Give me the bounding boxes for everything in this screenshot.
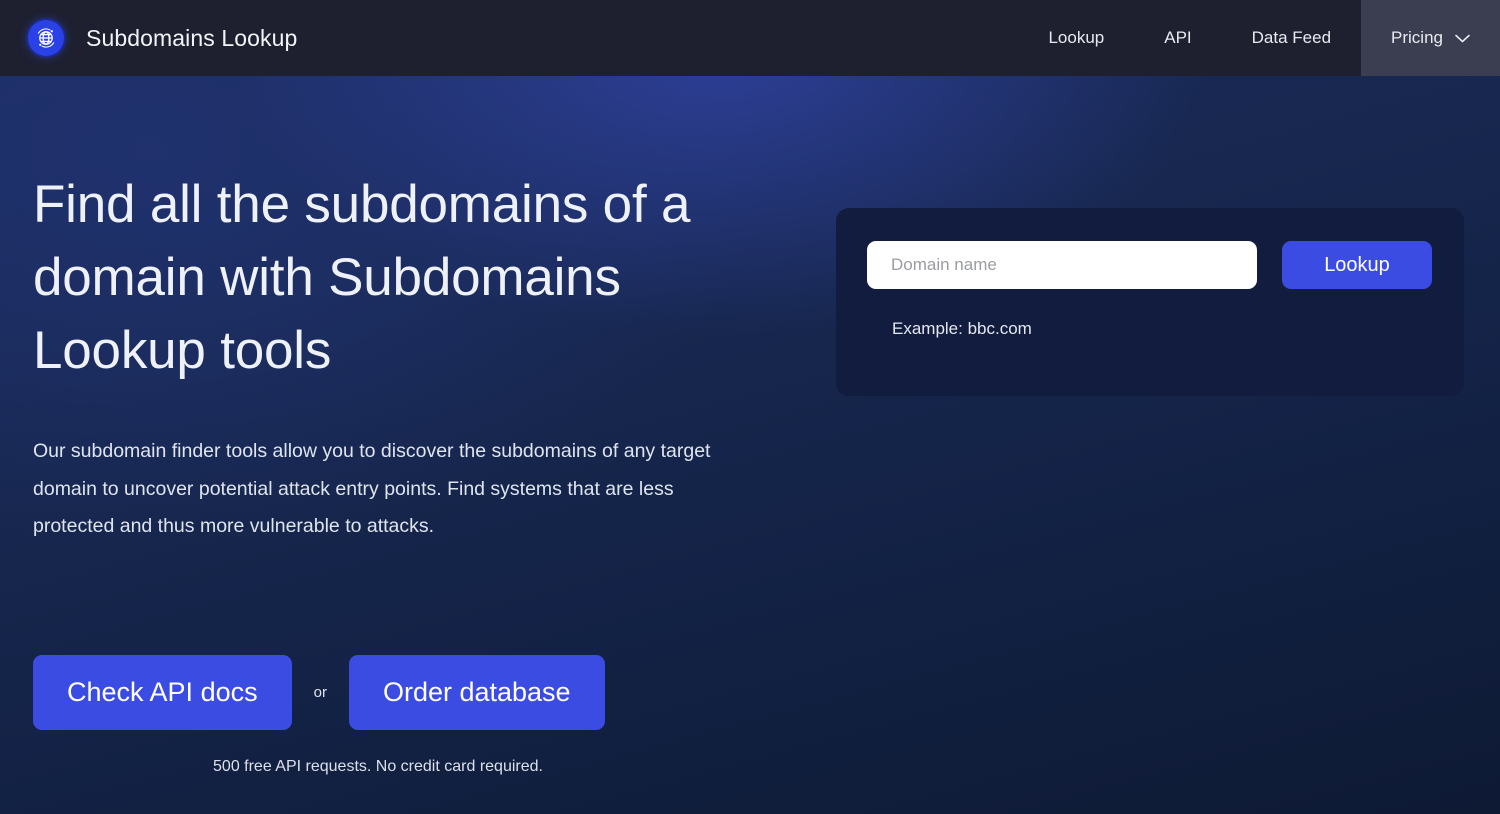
check-api-docs-button[interactable]: Check API docs [33,655,292,730]
page-root: Subdomains Lookup Lookup API Data Feed P… [0,0,1500,814]
nav-item-pricing[interactable]: Pricing [1361,0,1500,76]
brand-title: Subdomains Lookup [86,24,298,51]
order-database-button[interactable]: Order database [348,655,605,730]
cta-fineprint: 500 free API requests. No credit card re… [213,758,543,775]
lookup-card: Lookup Example: bbc.com [836,208,1464,396]
globe-network-icon [28,20,64,56]
nav-item-label: Lookup [1048,28,1105,47]
page-title: Find all the subdomains of a domain with… [33,175,691,380]
nav-item-data-feed[interactable]: Data Feed [1222,0,1361,76]
domain-name-input[interactable] [867,241,1257,289]
chevron-down-icon [1455,34,1470,43]
lookup-example-hint: Example: bbc.com [892,319,1032,338]
nav-item-api[interactable]: API [1134,0,1221,76]
cta-separator: or [313,684,327,701]
lookup-submit-button[interactable]: Lookup [1282,241,1432,289]
cta-row: Check API docs or Order database [33,655,605,730]
nav-item-label: API [1164,28,1192,47]
site-header: Subdomains Lookup Lookup API Data Feed P… [0,0,1500,76]
brand[interactable]: Subdomains Lookup [28,20,297,56]
nav-item-label: Pricing [1391,28,1443,47]
main-nav: Lookup API Data Feed Pricing [1018,0,1500,76]
nav-item-label: Data Feed [1251,28,1332,47]
nav-item-lookup[interactable]: Lookup [1018,0,1134,76]
hero-description: Our subdomain finder tools allow you to … [33,440,711,537]
lookup-form: Lookup [867,241,1432,289]
